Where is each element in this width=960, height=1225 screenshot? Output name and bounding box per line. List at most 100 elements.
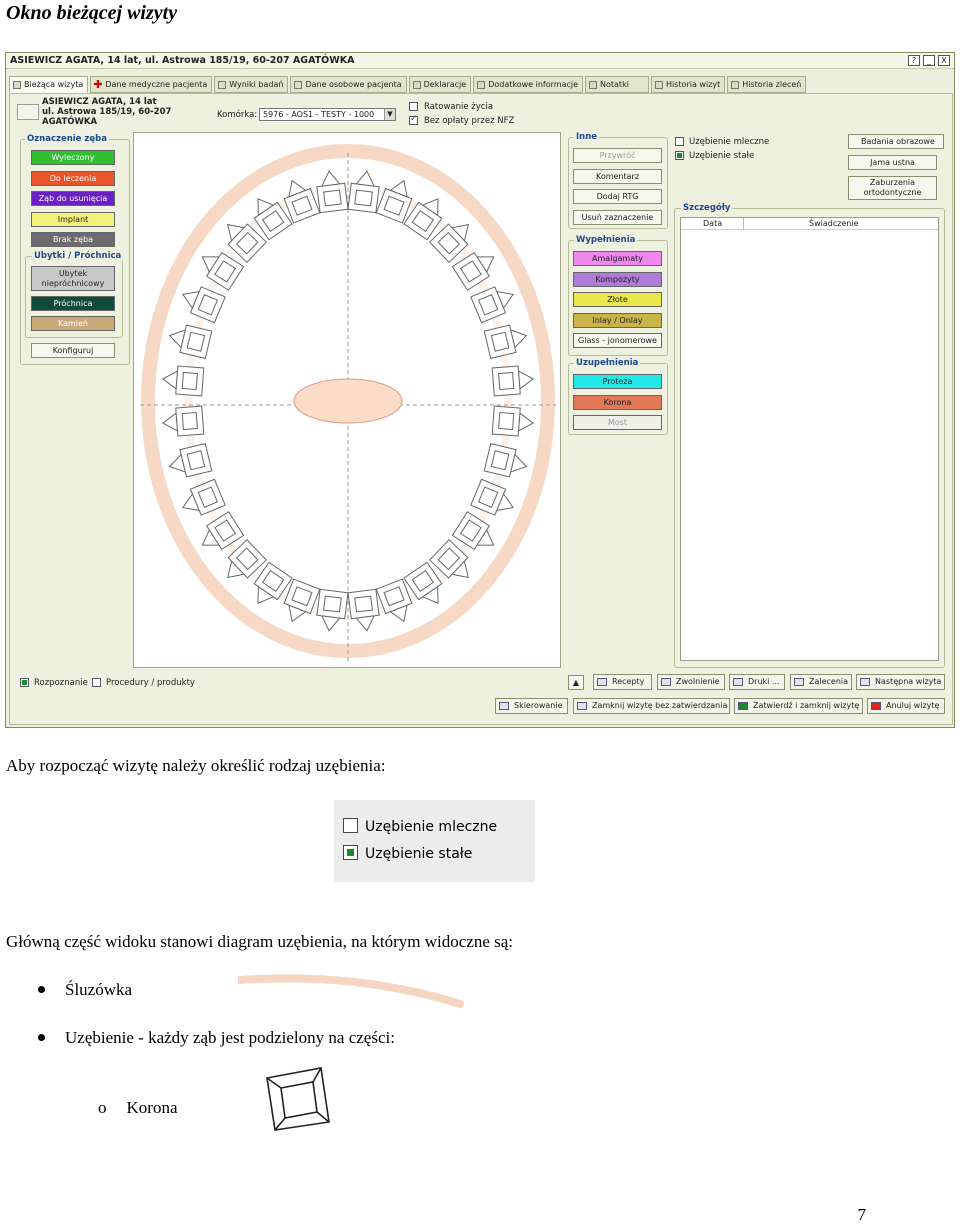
tooth[interactable] xyxy=(470,478,519,520)
tooth[interactable] xyxy=(347,588,381,632)
snippet-mleczne-row: Uzębienie mleczne xyxy=(343,817,497,836)
teeth-diagram[interactable] xyxy=(133,132,561,668)
zamknij-bez-zatwierdzania-button[interactable]: Zamknij wizytę bez zatwierdzania xyxy=(573,698,730,714)
uzebienie-mleczne-label: Uzębienie mleczne xyxy=(689,137,770,147)
druki-button[interactable]: Druki ... xyxy=(729,674,785,690)
tooth[interactable] xyxy=(166,443,213,480)
proteza-button[interactable]: Proteza xyxy=(573,374,662,389)
tooth[interactable] xyxy=(315,169,349,214)
tooth[interactable] xyxy=(315,588,349,632)
minimize-button[interactable]: _ xyxy=(923,55,935,66)
tooth[interactable] xyxy=(483,443,529,480)
col-divider xyxy=(743,218,744,229)
snippet-stale-label: Uzębienie stałe xyxy=(365,846,473,862)
help-button[interactable]: ? xyxy=(908,55,920,66)
tab-dane-osobowe[interactable]: Dane osobowe pacjenta xyxy=(290,76,407,93)
back-button[interactable] xyxy=(17,104,39,120)
bullet-text: Uzębienie - każdy ząb jest podzielony na… xyxy=(65,1028,395,1047)
dodaj-rtg-button[interactable]: Dodaj RTG xyxy=(573,189,662,204)
amalgamaty-button[interactable]: Amalgamaty xyxy=(573,251,662,266)
tooth[interactable] xyxy=(347,169,381,214)
anuluj-wizyte-button[interactable]: Anuluj wizytę xyxy=(867,698,945,714)
tooth[interactable] xyxy=(161,365,205,397)
tab-notatki[interactable]: Notatki xyxy=(585,76,650,93)
col-data[interactable]: Data xyxy=(703,219,722,228)
szczegoly-list[interactable]: Data Świadczenie xyxy=(680,217,939,661)
skierowanie-label: Skierowanie xyxy=(514,701,563,710)
bullet-sluzowka: Śluzówka xyxy=(38,980,132,1000)
procedury-checkbox[interactable] xyxy=(92,678,101,687)
szczegoly-title: Szczegóły xyxy=(681,203,733,213)
rozpoznanie-label: Rozpoznanie xyxy=(34,678,88,688)
wyleczony-button[interactable]: Wyleczony xyxy=(31,150,115,165)
calendar-icon xyxy=(860,678,870,686)
tab-biezaca-wizyta[interactable]: Bieżąca wizyta xyxy=(9,76,89,93)
tooth[interactable] xyxy=(491,405,535,437)
snippet-mleczne-checkbox[interactable] xyxy=(343,817,358,833)
zalecenia-button[interactable]: Zalecenia xyxy=(790,674,852,690)
korona-button[interactable]: Korona xyxy=(573,395,662,410)
zlote-button[interactable]: Złote xyxy=(573,292,662,307)
ubytek-niepróchnicowy-button[interactable]: Ubytek niepróchnicowy xyxy=(31,266,115,291)
recepty-button[interactable]: Recepty xyxy=(593,674,652,690)
bez-oplaty-checkbox[interactable] xyxy=(409,114,418,125)
tooth[interactable] xyxy=(178,281,226,324)
rozpoznanie-checkbox[interactable] xyxy=(20,678,29,687)
tooth[interactable] xyxy=(166,322,213,359)
skierowanie-button[interactable]: Skierowanie xyxy=(495,698,568,714)
kamien-button[interactable]: Kamień xyxy=(31,316,115,331)
uzebienie-mleczne-checkbox[interactable] xyxy=(675,137,684,146)
tooth[interactable] xyxy=(161,405,205,437)
bullet-uzebienie: Uzębienie - każdy ząb jest podzielony na… xyxy=(38,1028,395,1048)
kompozyty-button[interactable]: Kompozyty xyxy=(573,272,662,287)
brak-zeba-button[interactable]: Brak zęba xyxy=(31,232,115,247)
jama-ustna-button[interactable]: Jama ustna xyxy=(848,155,937,170)
mucosa-sample-image xyxy=(238,974,464,1008)
zaburzenia-ortodontyczne-button[interactable]: Zaburzenia ortodontyczne xyxy=(848,176,937,200)
tab-historia-wizyt[interactable]: Historia wizyt xyxy=(651,76,726,93)
konfiguruj-button[interactable]: Konfiguruj xyxy=(31,343,115,358)
page-number: 7 xyxy=(857,1205,867,1224)
col-swiadczenie[interactable]: Świadczenie xyxy=(809,219,859,228)
tooth[interactable] xyxy=(491,365,535,397)
wypelnienia-title: Wypełnienia xyxy=(574,235,638,245)
tab-wyniki-badan[interactable]: Wyniki badań xyxy=(214,76,289,93)
przywroc-button[interactable]: Przywróć xyxy=(573,148,662,163)
nastepna-wizyta-label: Następna wizyta xyxy=(875,677,942,686)
tooth[interactable] xyxy=(470,281,519,324)
zab-do-usuniecia-button[interactable]: Ząb do usunięcia xyxy=(31,191,115,206)
sick-leave-icon xyxy=(661,678,671,686)
nastepna-wizyta-button[interactable]: Następna wizyta xyxy=(856,674,945,690)
uzebienie-stale-checkbox[interactable] xyxy=(675,151,684,160)
patient-address: ul. Astrowa 185/19, 60-207 xyxy=(42,107,172,117)
badania-obrazowe-button[interactable]: Badania obrazowe xyxy=(848,134,944,149)
inlay-onlay-button[interactable]: Inlay / Onlay xyxy=(573,313,662,328)
tab-deklaracje[interactable]: Deklaracje xyxy=(408,76,472,93)
inne-title: Inne xyxy=(574,132,600,142)
tooth[interactable] xyxy=(178,478,226,520)
crown-sample-image xyxy=(266,1067,330,1131)
collapse-button[interactable]: ▲ xyxy=(568,675,584,690)
most-button[interactable]: Most xyxy=(573,415,662,430)
prochnica-button[interactable]: Próchnica xyxy=(31,296,115,311)
zwolnienie-button[interactable]: Zwolnienie xyxy=(657,674,725,690)
tab-dodatkowe-informacje[interactable]: Dodatkowe informacje xyxy=(473,76,584,93)
komorka-select[interactable]: 5976 - AOS1 - TESTY - 1000 ▼ xyxy=(259,108,396,121)
tab-historia-zlecen[interactable]: Historia zleceń xyxy=(727,76,807,93)
snippet-stale-checkbox[interactable] xyxy=(343,844,358,860)
komentarz-button[interactable]: Komentarz xyxy=(573,169,662,184)
ubytki-title: Ubytki / Próchnica xyxy=(32,251,124,261)
glass-jonomerowe-button[interactable]: Glass - jonomerowe xyxy=(573,333,662,348)
tooth[interactable] xyxy=(483,322,529,359)
usun-zaznaczenie-button[interactable]: Usuń zaznaczenie xyxy=(573,210,662,225)
tab-label: Dodatkowe informacje xyxy=(488,80,579,89)
document-icon xyxy=(412,81,421,89)
close-button[interactable]: X xyxy=(938,55,950,66)
zatwierdz-i-zamknij-button[interactable]: Zatwierdź i zamknij wizytę xyxy=(734,698,863,714)
do-leczenia-button[interactable]: Do leczenia xyxy=(31,171,115,186)
implant-button[interactable]: Implant xyxy=(31,212,115,227)
subbullet-text: Korona xyxy=(126,1098,178,1117)
tab-dane-medyczne[interactable]: ✚ Dane medyczne pacjenta xyxy=(90,76,213,93)
ratowanie-checkbox[interactable] xyxy=(409,102,418,111)
referral-icon xyxy=(499,702,509,710)
